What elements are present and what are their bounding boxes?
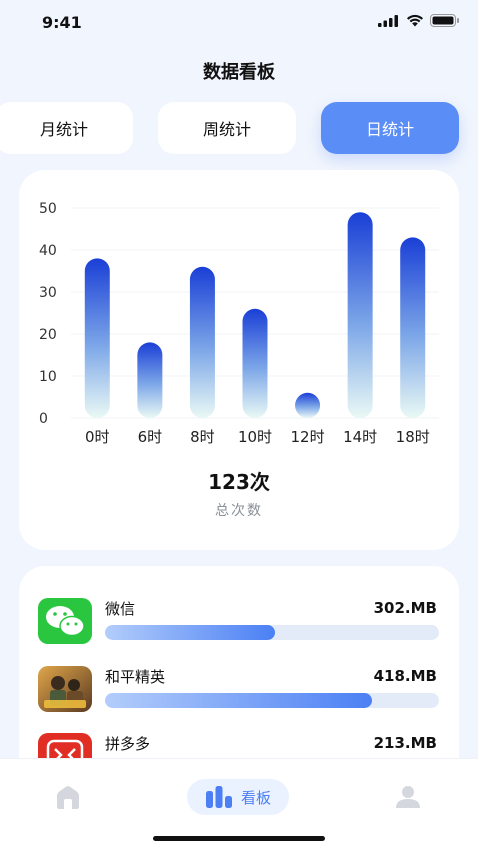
total-count: 123次: [208, 470, 270, 494]
nav-dashboard[interactable]: 看板: [187, 779, 289, 815]
x-tick-label: 0时: [85, 428, 110, 446]
app-name: 拼多多: [105, 735, 151, 753]
wifi-icon: [407, 14, 423, 27]
tab-weekly[interactable]: 周统计: [158, 102, 296, 154]
app-name: 微信: [105, 600, 136, 618]
x-tick-label: 8时: [190, 428, 215, 446]
x-tick-label: 18时: [396, 428, 430, 446]
battery-icon: [430, 14, 459, 27]
x-tick-label: 6时: [138, 428, 163, 446]
list-item[interactable]: 微信 302.MB: [19, 598, 459, 658]
chart-bar[interactable]: [400, 237, 426, 418]
tab-monthly[interactable]: 月统计: [0, 102, 133, 154]
x-tick-label: 14时: [343, 428, 377, 446]
y-tick-label: 10: [39, 369, 57, 385]
tab-daily[interactable]: 日统计: [321, 102, 459, 154]
status-bar: 9:41: [0, 0, 478, 46]
usage-bar-fill: [105, 625, 276, 640]
chart-bar[interactable]: [295, 392, 321, 418]
home-indicator: [153, 836, 325, 841]
y-tick-label: 40: [39, 243, 57, 259]
chart-bar[interactable]: [242, 308, 268, 418]
wechat-icon: [38, 598, 92, 644]
total-count-label: 总次数: [215, 503, 263, 519]
y-tick-label: 30: [39, 285, 57, 301]
app-size: 302.MB: [373, 599, 437, 617]
chart-bar[interactable]: [84, 258, 110, 418]
chart-bar[interactable]: [347, 212, 373, 418]
x-tick-label: 12时: [291, 428, 325, 446]
person-icon: [396, 786, 420, 808]
usage-bar-fill: [105, 693, 373, 708]
list-item[interactable]: 和平精英 418.MB: [19, 666, 459, 726]
nav-home[interactable]: [48, 779, 88, 815]
page-title: 数据看板: [203, 62, 275, 83]
app-size: 213.MB: [373, 734, 437, 752]
home-icon: [57, 786, 79, 809]
signal-icon: [378, 14, 398, 27]
usage-bar: [105, 625, 439, 640]
y-tick-label: 50: [39, 201, 57, 217]
bar-chart-icon: [205, 786, 232, 808]
x-tick-label: 10时: [238, 428, 272, 446]
nav-profile[interactable]: [388, 779, 428, 815]
y-tick-label: 20: [39, 327, 57, 343]
nav-dashboard-label: 看板: [240, 788, 271, 807]
game-app-icon: [38, 666, 92, 712]
chart-card: 50 40 30 20 10 0 0时 6时 8时 10时 12时 14时 18时 123次 总次数: [19, 170, 459, 550]
chart-bar[interactable]: [189, 266, 215, 418]
usage-bar: [105, 693, 439, 708]
status-icons: [378, 14, 460, 27]
status-time: 9:41: [42, 13, 82, 32]
app-name: 和平精英: [105, 668, 166, 686]
app-size: 418.MB: [373, 667, 437, 685]
bar-chart: 50 40 30 20 10 0 0时 6时 8时 10时 12时 14时 18时: [39, 201, 439, 446]
y-tick-label: 0: [39, 411, 48, 427]
chart-bar[interactable]: [137, 342, 163, 418]
